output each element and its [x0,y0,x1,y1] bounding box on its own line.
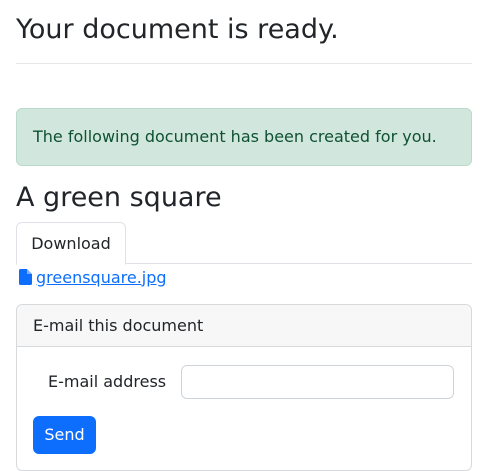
email-card-title: E-mail this document [33,316,204,335]
tab-download-label: Download [31,234,111,253]
file-name: greensquare.jpg [36,267,167,287]
title-divider [16,63,472,64]
email-label: E-mail address [48,372,167,391]
alert-message: The following document has been created … [33,127,437,146]
page: Your document is ready. The following do… [0,0,488,471]
email-card: E-mail this document E-mail address Send [16,304,472,471]
document-title: A green square [16,182,222,213]
tab-download[interactable]: Download [16,222,126,265]
file-icon [19,269,32,285]
success-alert: The following document has been created … [16,108,472,166]
send-button[interactable]: Send [33,416,96,454]
page-title: Your document is ready. [16,14,339,45]
email-card-header: E-mail this document [17,305,471,347]
file-download-link[interactable]: greensquare.jpg [19,266,167,288]
email-field[interactable] [181,365,454,399]
